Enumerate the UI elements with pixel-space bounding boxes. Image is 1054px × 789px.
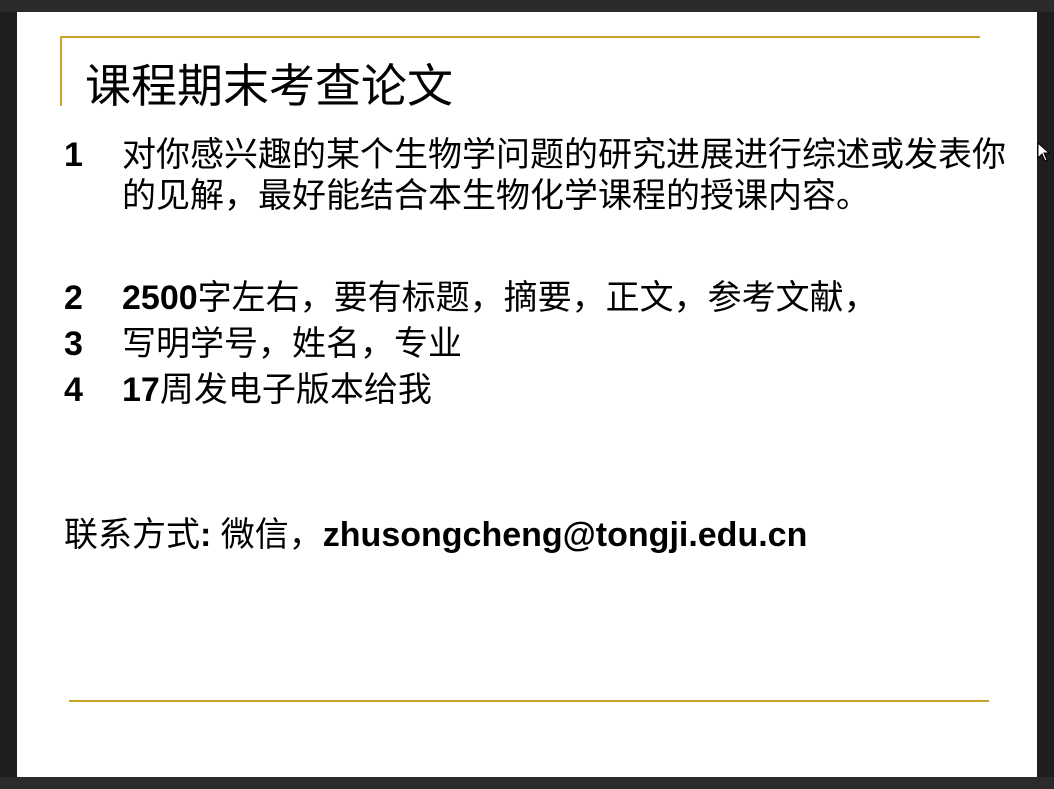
list-item-text: 17周发电子版本给我 [122,370,1022,411]
slide[interactable]: 课程期末考查论文 1 对你感兴趣的某个生物学问题的研究进展进行综述或发表你的见解… [17,12,1037,777]
list-item-text: 2500字左右，要有标题，摘要，正文，参考文献， [122,278,1022,319]
title-frame-left-rule [60,36,62,106]
word-count-value: 2500 [122,279,198,317]
list-item-number: 3 [64,325,83,363]
list-item-text-body: 周发电子版本给我 [159,370,432,410]
week-number: 17 [122,371,160,409]
contact-colon: : [200,516,221,554]
slide-title: 课程期末考查论文 [85,59,453,113]
contact-line: 联系方式: 微信，zhusongcheng@tongji.edu.cn [64,515,807,556]
presentation-viewer: 课程期末考查论文 1 对你感兴趣的某个生物学问题的研究进展进行综述或发表你的见解… [0,0,1054,789]
list-item-number: 1 [64,136,83,174]
title-frame-top-rule [60,36,980,38]
viewer-bottom-bar [0,777,1054,789]
list-item-text-body: 字左右，要有标题，摘要，正文，参考文献， [197,278,878,318]
list-item-number: 4 [64,371,83,409]
bottom-rule [69,700,989,702]
mouse-pointer-icon [1037,142,1051,162]
contact-email: zhusongcheng@tongji.edu.cn [322,516,808,554]
list-item-text: 写明学号，姓名，专业 [122,324,462,364]
list-item-number: 2 [64,279,83,317]
contact-label: 联系方式 [64,515,200,555]
contact-wechat: 微信， [220,515,323,555]
list-item-text: 对你感兴趣的某个生物学问题的研究进展进行综述或发表你的见解，最好能结合本生物化学… [122,135,1006,216]
viewer-top-bar [0,0,1054,12]
